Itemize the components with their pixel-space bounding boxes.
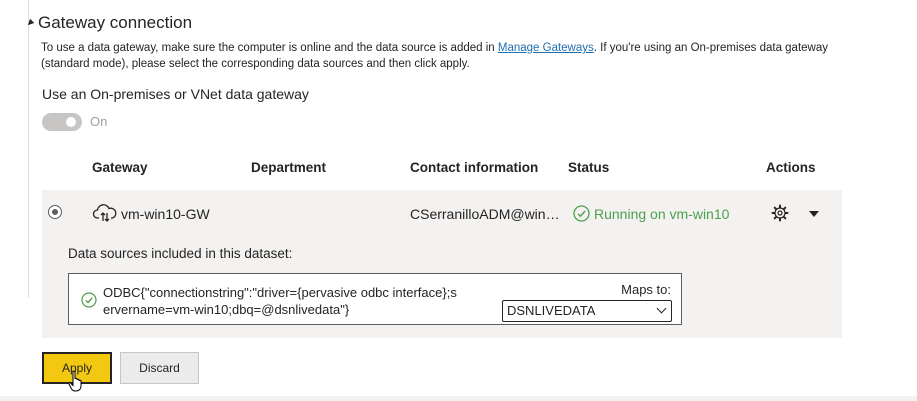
onprem-gateway-label: Use an On-premises or VNet data gateway	[42, 86, 309, 102]
gateway-table-row[interactable]: vm-win10-GW CSerranilloADM@wind... Runni…	[42, 190, 842, 238]
datasources-panel: Data sources included in this dataset: O…	[42, 238, 842, 338]
gateway-connection-header[interactable]: Gateway connection	[25, 13, 193, 33]
collapse-caret-icon[interactable]	[25, 18, 35, 28]
bottom-scroll-strip	[0, 396, 917, 401]
section-left-rule	[28, 0, 29, 298]
description-text-before: To use a data gateway, make sure the com…	[41, 42, 498, 54]
radio-selected-dot	[51, 208, 58, 215]
toggle-knob	[66, 117, 76, 127]
gateway-status: Running on vm-win10	[594, 206, 730, 222]
gateway-name: vm-win10-GW	[121, 206, 210, 222]
column-header-status: Status	[568, 160, 610, 175]
cloud-gateway-icon	[92, 204, 117, 222]
toggle-state-label: On	[90, 114, 108, 129]
maps-to-select[interactable]: DSNLIVEDATA	[502, 300, 672, 322]
select-chevron-icon	[656, 303, 667, 314]
column-header-department: Department	[251, 160, 327, 175]
chevron-down-icon[interactable]	[809, 211, 819, 217]
onprem-gateway-toggle[interactable]	[42, 113, 82, 131]
datasources-heading: Data sources included in this dataset:	[68, 246, 293, 261]
datasource-connection-string: ODBC{"connectionstring":"driver={pervasi…	[103, 285, 457, 317]
manage-gateways-link[interactable]: Manage Gateways	[498, 42, 594, 54]
gear-icon[interactable]	[771, 204, 789, 222]
datasource-check-icon	[81, 292, 97, 308]
column-header-contact: Contact information	[410, 160, 539, 175]
column-header-gateway: Gateway	[92, 160, 148, 175]
datasource-card: ODBC{"connectionstring":"driver={pervasi…	[68, 273, 682, 325]
status-check-icon	[573, 205, 590, 222]
column-header-actions: Actions	[766, 160, 816, 175]
maps-to-value: DSNLIVEDATA	[507, 303, 596, 318]
discard-button[interactable]: Discard	[120, 352, 199, 384]
gateway-contact: CSerranilloADM@wind...	[410, 206, 562, 222]
hand-cursor-icon	[68, 370, 82, 392]
maps-to-label: Maps to:	[621, 282, 671, 297]
gateway-select-radio[interactable]	[48, 205, 62, 219]
gateway-description: To use a data gateway, make sure the com…	[41, 40, 831, 72]
section-title: Gateway connection	[38, 13, 193, 32]
